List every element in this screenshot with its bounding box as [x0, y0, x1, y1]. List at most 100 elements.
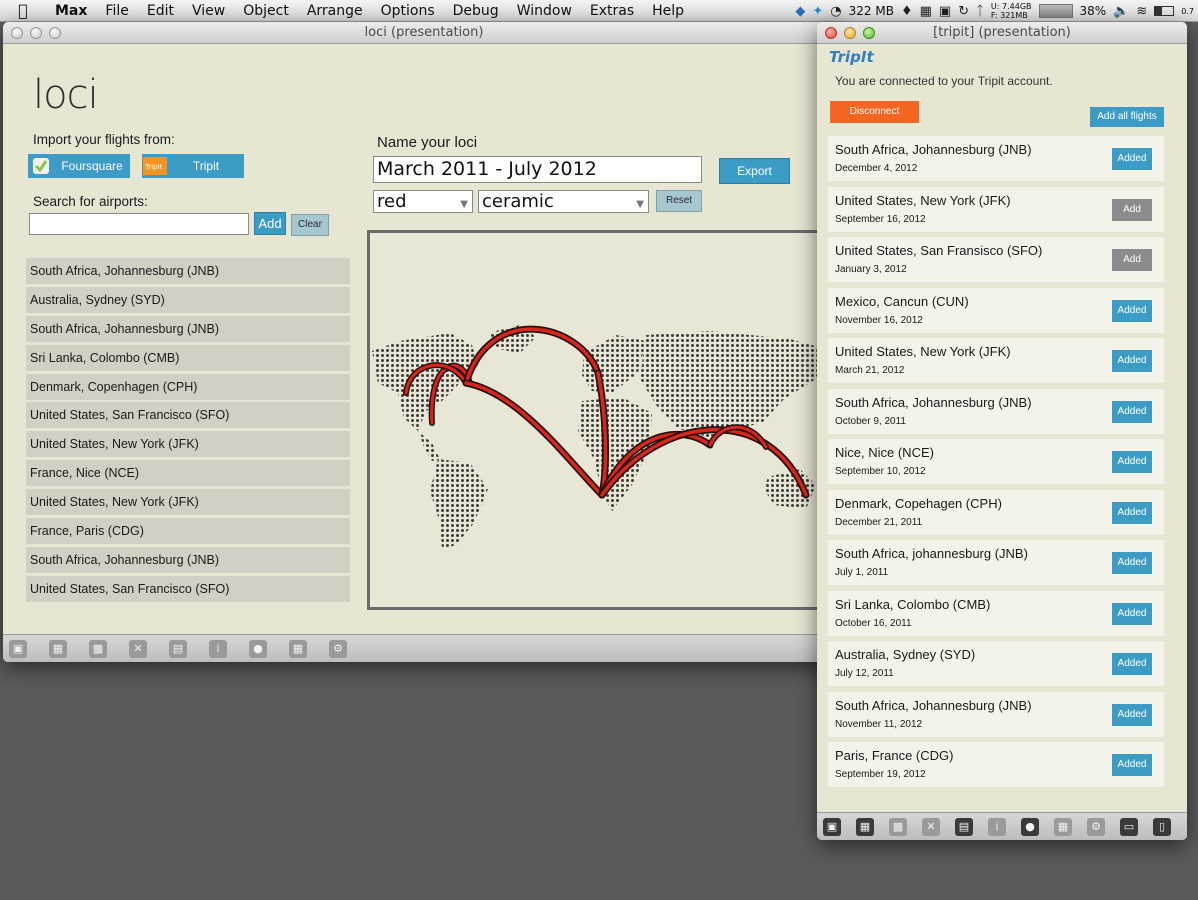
export-button[interactable]: Export — [719, 158, 790, 184]
trip-status-button[interactable]: Add — [1112, 249, 1152, 271]
minimize-button[interactable] — [844, 27, 856, 39]
add-all-flights-button[interactable]: Add all flights — [1090, 107, 1164, 127]
clock-icon[interactable]: ◔ — [830, 4, 841, 19]
airport-item[interactable]: South Africa, Johannesburg (JNB) — [26, 258, 350, 284]
airport-item[interactable]: France, Nice (NCE) — [26, 460, 350, 487]
airport-item[interactable]: South Africa, Johannesburg (JNB) — [26, 546, 350, 573]
airport-item[interactable]: South Africa, Johannesburg (JNB) — [26, 315, 350, 342]
trip-status-button[interactable]: Added — [1112, 451, 1152, 473]
airport-item[interactable]: Denmark, Copenhagen (CPH) — [26, 373, 350, 400]
close-patch-icon[interactable]: ✕ — [129, 639, 147, 658]
menu-arrange[interactable]: Arrange — [298, 3, 372, 19]
trip-item: Paris, France (CDG) September 19, 2012 Add… — [828, 742, 1164, 787]
window-layout-icon[interactable]: ▭ — [1120, 817, 1138, 836]
menu-debug[interactable]: Debug — [444, 3, 508, 19]
time-machine-icon[interactable]: ↻ — [958, 4, 969, 19]
patch-icon[interactable]: ▩ — [89, 639, 107, 658]
trip-status-button[interactable]: Added — [1112, 148, 1152, 170]
gear-icon[interactable]: ⚙ — [1087, 817, 1105, 836]
clear-button[interactable]: Clear — [291, 214, 329, 236]
lock-icon[interactable]: ▣ — [9, 639, 27, 658]
bell-icon[interactable]: ♦ — [901, 4, 913, 19]
trip-status-button[interactable]: Added — [1112, 754, 1152, 776]
tripit-titlebar[interactable]: [tripit] (presentation) — [817, 22, 1187, 44]
map-viewport[interactable] — [367, 230, 845, 610]
activity-graph-icon[interactable] — [1038, 4, 1073, 18]
trip-status-button[interactable]: Add — [1112, 198, 1152, 221]
trip-status-button[interactable]: Added — [1112, 350, 1152, 372]
screen-icon[interactable]: ▣ — [939, 4, 951, 19]
trip-status-button[interactable]: Added — [1112, 653, 1152, 675]
close-button[interactable] — [11, 27, 23, 39]
dropbox-icon[interactable]: ◆ — [795, 4, 805, 19]
info-icon[interactable]: i — [988, 817, 1006, 836]
menu-window[interactable]: Window — [508, 3, 581, 19]
airport-item[interactable]: France, Paris (CDG) — [26, 518, 350, 545]
patch-icon[interactable]: ▩ — [889, 817, 907, 836]
gear-icon[interactable]: ⚙ — [329, 639, 347, 658]
trip-status-button[interactable]: Added — [1112, 400, 1152, 423]
airport-item[interactable]: United States, New York (JFK) — [26, 489, 350, 516]
easel-icon[interactable]: ▤ — [955, 817, 973, 836]
zoom-button[interactable] — [49, 27, 61, 39]
disconnect-button[interactable]: Disconnect — [830, 101, 919, 123]
connect-icon[interactable]: ● — [1021, 817, 1039, 836]
tripit-logo: TripIt — [829, 48, 874, 66]
trip-destination: Denmark, Copehagen (CPH) — [835, 495, 1002, 511]
menu-extras[interactable]: Extras — [581, 3, 643, 19]
close-button[interactable] — [825, 27, 837, 39]
minimize-button[interactable] — [30, 27, 42, 39]
apple-icon[interactable]:  — [0, 1, 46, 20]
menu-app[interactable]: Max — [46, 3, 96, 19]
menu-options[interactable]: Options — [372, 3, 444, 19]
easel-icon[interactable]: ▤ — [169, 639, 187, 658]
presentation-icon[interactable]: ▦ — [856, 817, 874, 836]
evernote-icon[interactable]: ▦ — [920, 4, 932, 19]
trip-destination: South Africa, johannesburg (JNB) — [835, 546, 1028, 561]
wifi-icon[interactable]: ≋ — [1136, 4, 1147, 19]
menu-edit[interactable]: Edit — [138, 3, 183, 19]
trip-status-button[interactable]: Added — [1112, 501, 1152, 524]
color-select[interactable]: red ▼ — [373, 190, 473, 213]
twitter-icon[interactable]: ✦ — [812, 4, 823, 19]
status-area: ◆ ✦ ◔ 322 MB ♦ ▦ ▣ ↻ ᛏ U: 7.44GB F: 321M… — [795, 0, 1198, 22]
grid-icon[interactable]: ▦ — [1054, 817, 1072, 836]
airport-item[interactable]: Australia, Sydney (SYD) — [26, 286, 350, 313]
add-button[interactable]: Add — [254, 212, 286, 235]
tripit-button[interactable]: TripIt Tripit — [142, 154, 244, 178]
airport-item[interactable]: United States, New York (JFK) — [26, 431, 350, 458]
menu-help[interactable]: Help — [643, 3, 693, 19]
bluetooth-icon[interactable]: ᛏ — [976, 4, 984, 19]
info-icon[interactable]: i — [209, 639, 227, 658]
airport-item[interactable]: Sri Lanka, Colombo (CMB) — [26, 344, 350, 371]
menu-file[interactable]: File — [96, 3, 137, 19]
airport-item[interactable]: United States, San Francisco (SFO) — [26, 575, 350, 602]
connect-icon[interactable]: ● — [249, 639, 267, 658]
window-full-icon[interactable]: ▯ — [1153, 817, 1171, 836]
volume-icon[interactable]: 🔈 — [1113, 4, 1129, 19]
loci-titlebar[interactable]: loci (presentation) — [3, 22, 845, 44]
color-select-value: red — [377, 191, 407, 212]
reset-button[interactable]: Reset — [656, 190, 702, 212]
trip-status-button[interactable]: Added — [1112, 552, 1152, 574]
zoom-button[interactable] — [863, 27, 875, 39]
airport-list: South Africa, Johannesburg (JNB) Austral… — [26, 258, 350, 605]
airport-item[interactable]: United States, San Francisco (SFO) — [26, 402, 350, 429]
lock-icon[interactable]: ▣ — [823, 817, 841, 836]
south-america-shape — [430, 459, 488, 549]
trip-status-button[interactable]: Added — [1112, 602, 1152, 625]
trip-destination: Australia, Sydney (SYD) — [835, 647, 976, 662]
presentation-icon[interactable]: ▦ — [49, 639, 67, 658]
trip-item: United States, New York (JFK) March 21, 2… — [828, 338, 1164, 383]
trip-status-button[interactable]: Added — [1112, 299, 1152, 322]
foursquare-button[interactable]: Foursquare — [28, 154, 130, 178]
loci-name-field[interactable]: March 2011 - July 2012 — [373, 156, 702, 183]
close-patch-icon[interactable]: ✕ — [922, 817, 940, 836]
grid-icon[interactable]: ▦ — [289, 639, 307, 658]
search-input[interactable] — [29, 213, 249, 235]
menu-object[interactable]: Object — [234, 3, 298, 19]
trip-status-button[interactable]: Added — [1112, 703, 1152, 726]
battery-icon[interactable] — [1154, 6, 1175, 16]
material-select[interactable]: ceramic ▼ — [478, 190, 649, 213]
menu-view[interactable]: View — [183, 3, 234, 19]
